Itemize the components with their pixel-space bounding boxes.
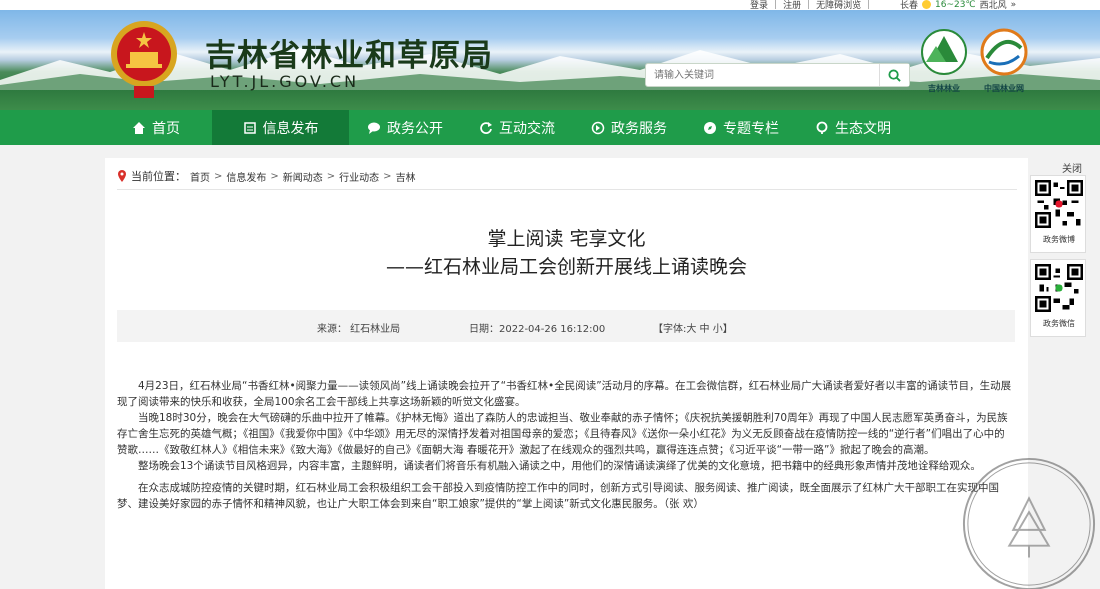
article-meta: 来源： 红石林业局 日期：2022-04-26 16:12:00 【字体:大 中…: [117, 310, 1015, 342]
site-title: 吉林省林业和草原局: [205, 38, 493, 74]
breadcrumb: 当前位置： 首页 > 信息发布 > 新闻动态 > 行业动态 > 吉林: [117, 168, 416, 184]
article-paragraph: 当晚18时30分，晚会在大气磅礴的乐曲中拉开了帷幕。《护林无悔》道出了森防人的忠…: [117, 412, 1008, 456]
wechat-caption: 政务微信: [1043, 319, 1075, 328]
article-body: 4月23日，红石林业局“书香红林•阅聚力量——读领风尚”线上诵读晚会拉开了“书香…: [117, 378, 1015, 512]
nav-label: 信息发布: [262, 120, 319, 137]
weibo-caption: 政务微博: [1043, 235, 1075, 244]
article-paragraph: 在众志成城防控疫情的关键时期，红石林业局工会积极组织工会干部投入到疫情防控工作中…: [117, 482, 999, 510]
breadcrumb-sep: >: [383, 170, 392, 182]
close-button[interactable]: 关闭: [1062, 160, 1082, 175]
chat-icon: [368, 122, 380, 134]
document-icon: [243, 121, 256, 134]
qr-code-icon: [1035, 264, 1083, 312]
nav-item-home[interactable]: 首页: [100, 110, 212, 145]
nav-label: 首页: [152, 120, 180, 137]
nav-label: 互动交流: [499, 120, 555, 137]
nav-item-interaction[interactable]: 互动交流: [461, 110, 573, 145]
nav-item-special-topics[interactable]: 专题专栏: [685, 110, 797, 145]
nav-items: 首页 信息发布 政务公开 互动交流 政务服务 专题专栏 生态文明: [100, 110, 909, 145]
jilin-forestry-logo[interactable]: 吉林林业: [918, 28, 970, 94]
main-nav: 首页 信息发布 政务公开 互动交流 政务服务 专题专栏 生态文明: [0, 110, 1100, 145]
logo1-caption: 吉林林业: [928, 84, 960, 93]
forestry-logo-icon: [921, 29, 967, 75]
top-utility-bar: 登录 | 注册 | 无障碍浏览 | 长春 16~23℃ 西北风 »: [0, 0, 1100, 11]
china-forestry-logo[interactable]: 中国林业网: [975, 28, 1033, 94]
national-emblem-icon: [111, 21, 177, 98]
header-banner: 吉林省林业和草原局 LYT.JL.GOV.CN 吉林林业 中国林业网: [0, 10, 1100, 110]
nav-item-ecology[interactable]: 生态文明: [797, 110, 909, 145]
breadcrumb-sep: >: [214, 170, 223, 182]
article-paragraph: 4月23日，红石林业局“书香红林•阅聚力量——读领风尚”线上诵读晚会拉开了“书香…: [117, 380, 1012, 408]
china-forestry-logo-icon: [980, 28, 1028, 76]
article-title: 掌上阅读 宅享文化: [487, 228, 646, 250]
search-input[interactable]: [646, 64, 878, 86]
article-panel: 当前位置： 首页 > 信息发布 > 新闻动态 > 行业动态 > 吉林 掌上阅读 …: [105, 158, 1028, 589]
nav-label: 专题专栏: [723, 120, 779, 137]
chevron-double-right-icon[interactable]: »: [1011, 0, 1017, 10]
nav-label: 政务服务: [611, 120, 667, 137]
article-date: 日期：2022-04-26 16:12:00: [469, 324, 606, 335]
breadcrumb-item[interactable]: 吉林: [396, 169, 416, 184]
divider: [117, 189, 1017, 190]
nav-label: 生态文明: [835, 120, 891, 137]
breadcrumb-label: 当前位置：: [131, 170, 186, 183]
sun-icon: [922, 0, 932, 9]
watermark-seal: [962, 457, 1096, 589]
article-paragraph: 整场晚会13个诵读节目风格迥异，内容丰富，主题鲜明，诵读者们将音乐有机融入诵读之…: [138, 460, 981, 472]
search-box: [645, 63, 910, 87]
nav-label: 政务公开: [387, 120, 443, 137]
breadcrumb-sep: >: [270, 170, 279, 182]
nav-item-gov-service[interactable]: 政务服务: [573, 110, 685, 145]
site-domain: LYT.JL.GOV.CN: [210, 72, 360, 91]
wechat-qr-card[interactable]: 政务微信: [1030, 259, 1086, 337]
breadcrumb-sep: >: [326, 170, 336, 182]
breadcrumb-item[interactable]: 新闻动态: [283, 169, 323, 184]
home-icon: [133, 121, 145, 134]
divider: |: [774, 0, 778, 10]
breadcrumb-item[interactable]: 信息发布: [226, 169, 266, 184]
weibo-qr-card[interactable]: 政务微博: [1030, 175, 1086, 253]
nav-item-info-release[interactable]: 信息发布: [212, 110, 349, 145]
refresh-icon: [480, 121, 492, 134]
article-source: 来源： 红石林业局: [317, 324, 401, 335]
qr-code-icon: [1035, 180, 1083, 228]
logo2-caption: 中国林业网: [984, 84, 1024, 93]
compass-icon: [704, 121, 716, 134]
font-size-control[interactable]: 【字体:大 中 小】: [653, 320, 733, 335]
weather-temp: 16~23℃: [935, 0, 976, 10]
divider: |: [807, 0, 811, 10]
search-button[interactable]: [879, 64, 909, 86]
search-icon: [888, 68, 901, 82]
breadcrumb-item[interactable]: 行业动态: [339, 169, 379, 184]
page-root: { "topbar": { "login": "登录", "register":…: [0, 0, 1100, 589]
divider: |: [867, 0, 871, 10]
nav-item-gov-open[interactable]: 政务公开: [349, 110, 461, 145]
article-subtitle: ——红石林业局工会创新开展线上诵读晚会: [385, 256, 747, 278]
location-icon: [816, 121, 828, 134]
breadcrumb-item[interactable]: 首页: [190, 169, 210, 184]
arrow-circle-icon: [591, 121, 605, 134]
map-pin-icon: [118, 170, 126, 182]
